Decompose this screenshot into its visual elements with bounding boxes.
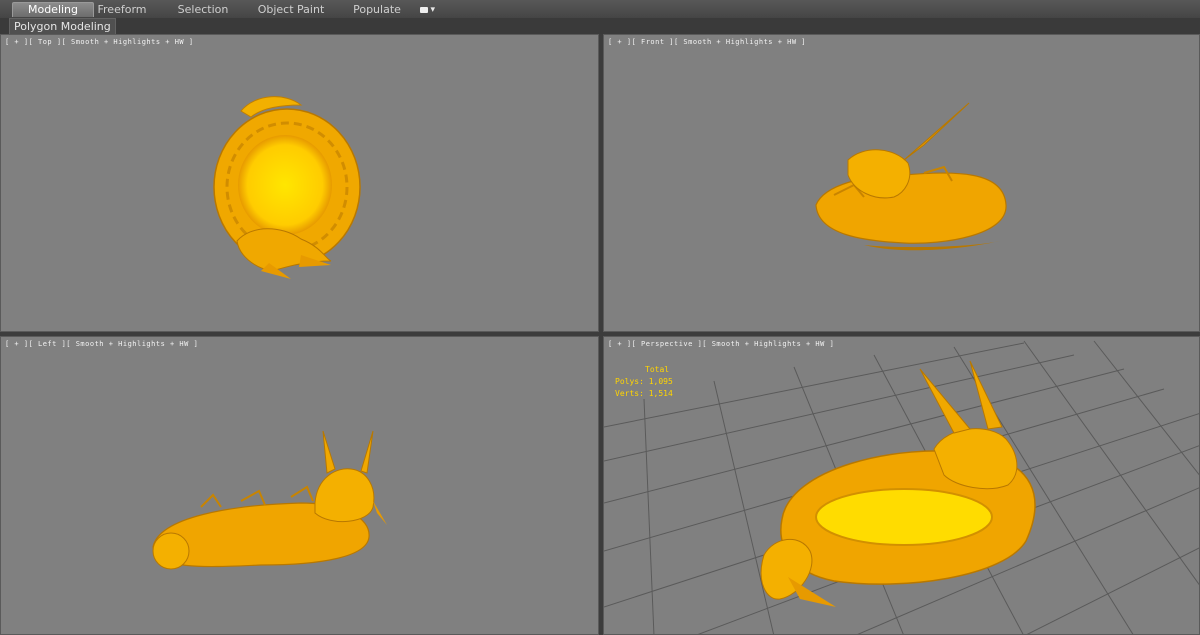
viewport-front[interactable]: [ + ][ Front ][ Smooth + Highlights + HW… bbox=[603, 34, 1200, 332]
viewport-top[interactable]: [ + ][ Top ][ Smooth + Highlights + HW ] bbox=[0, 34, 599, 332]
camera-dropdown-icon[interactable]: ▾ bbox=[420, 3, 438, 15]
verts-value: 1,514 bbox=[648, 389, 673, 398]
viewport-perspective[interactable]: [ + ][ Perspective ][ Smooth + Highlight… bbox=[603, 336, 1200, 635]
perspective-grid bbox=[604, 340, 1199, 634]
statistics-overlay: Total Polys: 1,095 Verts: 1,514 bbox=[615, 364, 673, 400]
dragon-left-view bbox=[152, 430, 387, 570]
tab-selection[interactable]: Selection bbox=[170, 2, 236, 17]
ribbon-tab-bar: Modeling Freeform Selection Object Paint… bbox=[0, 0, 1200, 19]
polys-label: Polys: bbox=[615, 377, 644, 386]
polygon-modeling-panel-label[interactable]: Polygon Modeling bbox=[9, 18, 116, 35]
ribbon-panel: Polygon Modeling bbox=[0, 18, 1200, 35]
verts-label: Verts: bbox=[615, 389, 644, 398]
dragon-front-view bbox=[815, 102, 1007, 251]
tab-modeling[interactable]: Modeling bbox=[12, 2, 94, 17]
tab-object-paint[interactable]: Object Paint bbox=[254, 2, 328, 17]
tab-populate[interactable]: Populate bbox=[348, 2, 406, 17]
polys-value: 1,095 bbox=[648, 377, 673, 386]
viewport-perspective-label[interactable]: [ + ][ Perspective ][ Smooth + Highlight… bbox=[608, 340, 834, 348]
dragon-top-view bbox=[213, 96, 361, 279]
tab-freeform[interactable]: Freeform bbox=[90, 2, 154, 17]
viewport-left[interactable]: [ + ][ Left ][ Smooth + Highlights + HW … bbox=[0, 336, 599, 635]
stats-header: Total bbox=[645, 365, 670, 374]
